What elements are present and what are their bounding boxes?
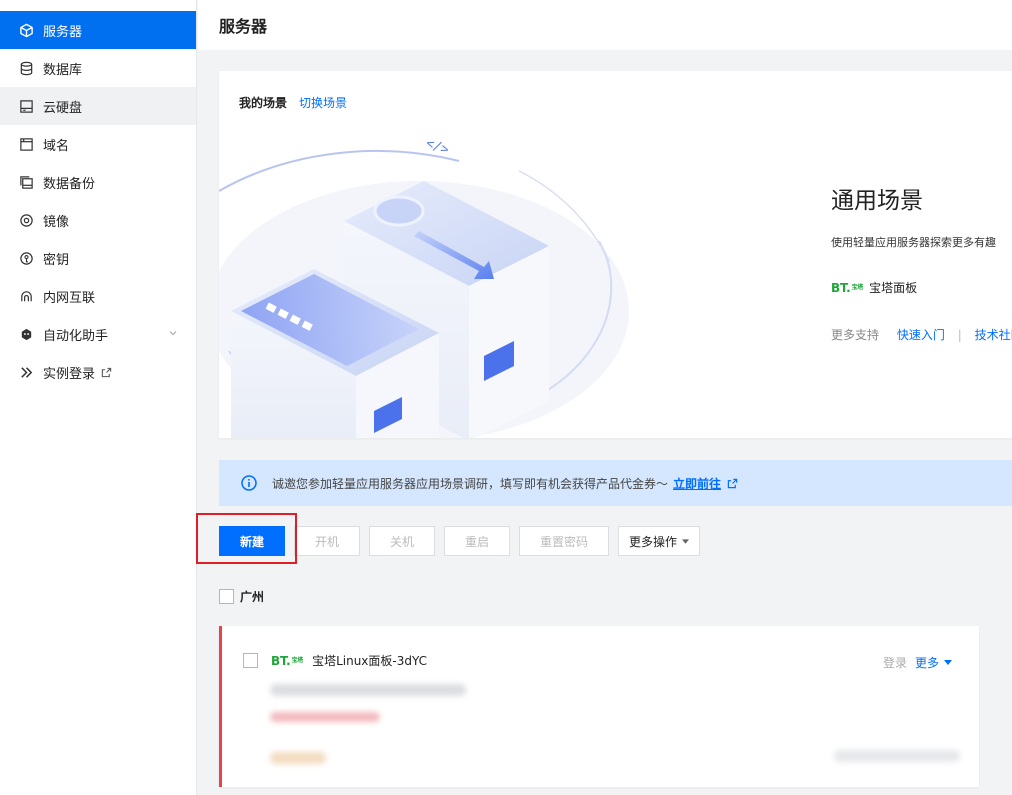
sidebar-item-server[interactable]: 服务器	[0, 11, 196, 49]
window-icon	[18, 136, 34, 152]
login-button[interactable]: 登录	[883, 654, 907, 671]
more-actions-label: 更多操作	[628, 534, 677, 549]
sidebar-item-label: 域名	[43, 138, 70, 154]
caret-down-icon	[682, 538, 689, 544]
bt-panel-name: 宝塔面板	[869, 281, 918, 295]
page-header: 服务器	[198, 0, 1012, 50]
disc-icon	[18, 212, 34, 228]
terminal-icon	[18, 364, 34, 380]
sidebar-item-label: 自动化助手	[43, 328, 109, 344]
link-icon	[18, 288, 34, 304]
tech-community-link[interactable]: 技术社区	[975, 328, 1012, 342]
region-checkbox[interactable]	[219, 589, 234, 604]
more-label: 更多	[914, 656, 939, 670]
blurred-status	[270, 712, 380, 722]
survey-banner: 诚邀您参加轻量应用服务器应用场景调研，填写即有机会获得产品代金券～ 立即前往	[219, 460, 1012, 506]
external-link-icon	[727, 478, 738, 488]
sidebar-item-database[interactable]: 数据库	[0, 49, 196, 87]
scene-title: 我的场景	[239, 96, 288, 110]
sidebar-item-automation[interactable]: 自动化助手	[0, 315, 196, 353]
restart-button[interactable]: 重启	[444, 526, 510, 556]
start-button[interactable]: 开机	[294, 526, 360, 556]
instance-name[interactable]: 宝塔Linux面板-3dYC	[312, 652, 427, 669]
region-label: 广州	[240, 590, 265, 604]
survey-text: 诚邀您参加轻量应用服务器应用场景调研，填写即有机会获得产品代金券～	[272, 476, 669, 491]
database-icon	[18, 60, 34, 76]
sidebar-item-label: 服务器	[43, 24, 83, 40]
quick-start-link[interactable]: 快速入门	[897, 328, 945, 342]
instance-checkbox[interactable]	[243, 653, 258, 668]
scene-description: 使用轻量应用服务器探索更多有趣	[831, 236, 996, 249]
sidebar-item-cloud-disk[interactable]: 云硬盘	[0, 87, 196, 125]
blurred-tag	[270, 752, 326, 764]
instance-card[interactable]: BT. 宝塔 宝塔Linux面板-3dYC 登录 更多	[219, 626, 979, 787]
key-icon	[18, 250, 34, 266]
scene-heading: 通用场景	[831, 188, 923, 214]
support-row: 更多支持 快速入门 | 技术社区	[831, 326, 1012, 343]
sidebar-item-label: 密钥	[43, 252, 70, 268]
sidebar-item-intranet[interactable]: 内网互联	[0, 277, 196, 315]
chevron-down-icon	[169, 331, 177, 336]
robot-icon	[18, 326, 34, 342]
sidebar-item-label: 镜像	[43, 214, 70, 230]
info-icon	[241, 475, 257, 491]
caret-down-icon	[944, 660, 952, 665]
scene-card: 我的场景 切换场景 </> 通用场景 使用轻量应用服务器探索更多有趣 BT. 宝…	[219, 71, 1012, 438]
sidebar-item-label: 内网互联	[43, 290, 96, 306]
blurred-expiry	[834, 750, 960, 762]
external-link-icon	[101, 367, 112, 377]
bt-logo: BT. 宝塔	[831, 280, 864, 295]
server-illustration: </>	[219, 136, 629, 438]
more-actions-dropdown[interactable]: 更多操作	[618, 526, 700, 556]
page-title: 服务器	[219, 17, 268, 36]
more-dropdown[interactable]: 更多	[915, 654, 952, 671]
new-button[interactable]: 新建	[219, 526, 285, 556]
sidebar-item-instance-login[interactable]: 实例登录	[0, 353, 196, 391]
box-icon	[18, 22, 34, 38]
sidebar-item-label: 数据备份	[43, 176, 96, 192]
sidebar-item-backup[interactable]: 数据备份	[0, 163, 196, 201]
disk-icon	[18, 98, 34, 114]
sidebar-item-image[interactable]: 镜像	[0, 201, 196, 239]
instance-toolbar: 新建 开机 关机 重启 重置密码 更多操作	[219, 526, 700, 556]
go-now-link[interactable]: 立即前往	[673, 475, 721, 492]
switch-scene-link[interactable]: 切换场景	[299, 94, 347, 111]
sidebar-item-label: 实例登录	[43, 366, 96, 382]
backup-icon	[18, 174, 34, 190]
instance-header: BT. 宝塔 宝塔Linux面板-3dYC	[243, 652, 427, 669]
sidebar-item-label: 数据库	[43, 62, 83, 78]
sidebar-item-domain[interactable]: 域名	[0, 125, 196, 163]
link-separator: |	[957, 328, 962, 342]
reset-password-button[interactable]: 重置密码	[519, 526, 609, 556]
bt-logo: BT. 宝塔	[271, 653, 304, 668]
sidebar-item-label: 云硬盘	[43, 100, 83, 116]
region-group: 广州	[219, 588, 264, 605]
sidebar: 服务器 数据库 云硬盘 域名 数据备份 镜像 密钥 内网互联 自动化助手 实例登…	[0, 0, 197, 795]
bt-panel-row: BT. 宝塔 宝塔面板	[831, 279, 917, 296]
blurred-instance-info	[270, 684, 466, 696]
stop-button[interactable]: 关机	[369, 526, 435, 556]
instance-actions: 登录 更多	[883, 654, 952, 671]
sidebar-item-key[interactable]: 密钥	[0, 239, 196, 277]
support-label: 更多支持	[831, 328, 880, 342]
